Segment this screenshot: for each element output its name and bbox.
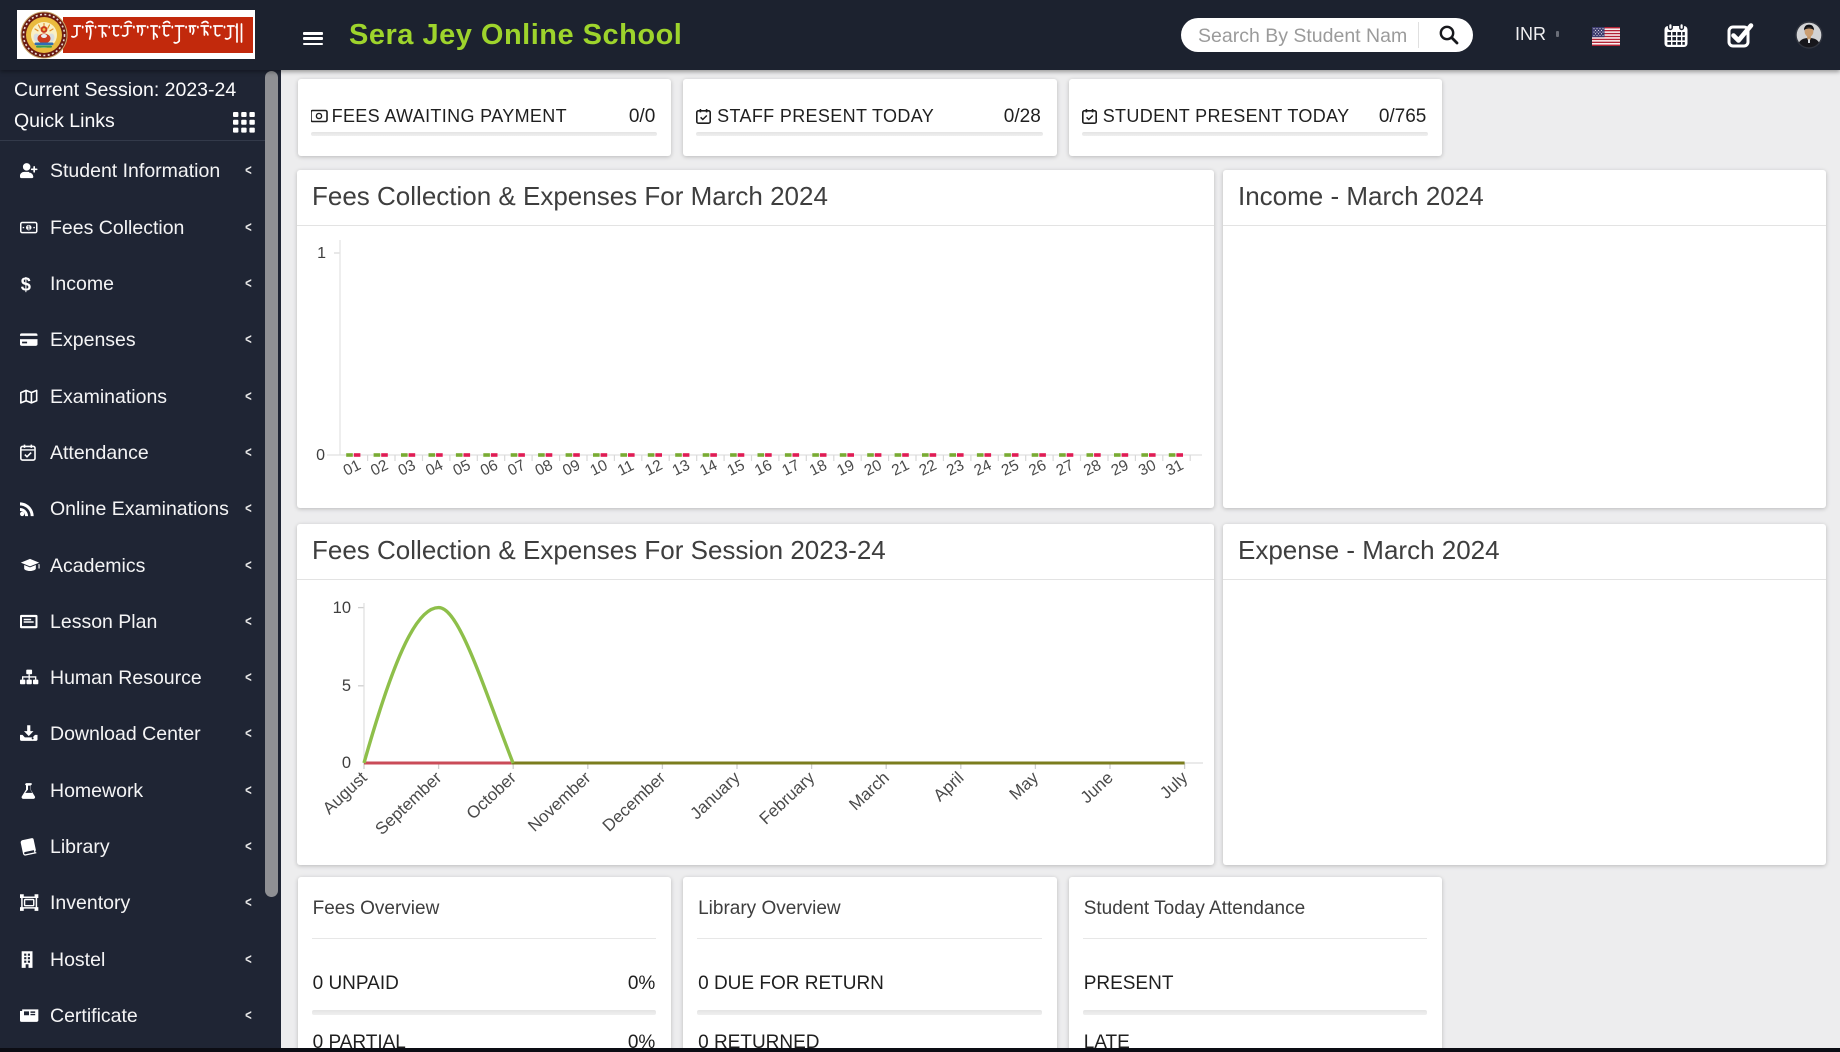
svg-text:23: 23 [944, 457, 967, 480]
svg-text:November: November [524, 768, 595, 836]
svg-text:1: 1 [317, 245, 326, 262]
svg-text:17: 17 [779, 457, 802, 480]
svg-text:14: 14 [697, 457, 720, 480]
svg-text:30: 30 [1136, 457, 1159, 480]
svg-text:19: 19 [834, 457, 857, 480]
svg-text:16: 16 [752, 457, 775, 480]
svg-text:27: 27 [1054, 457, 1077, 480]
svg-text:31: 31 [1163, 457, 1186, 480]
svg-text:September: September [372, 768, 446, 839]
svg-text:09: 09 [560, 457, 583, 480]
svg-text:24: 24 [971, 457, 994, 480]
svg-text:06: 06 [478, 457, 501, 480]
svg-text:June: June [1077, 768, 1117, 807]
svg-text:01: 01 [341, 457, 364, 480]
svg-text:May: May [1006, 768, 1043, 804]
svg-text:04: 04 [423, 457, 446, 480]
svg-text:December: December [599, 768, 670, 836]
svg-text:March: March [845, 768, 893, 814]
svg-text:13: 13 [670, 457, 693, 480]
svg-text:29: 29 [1109, 457, 1132, 480]
svg-text:0: 0 [316, 447, 325, 464]
svg-text:28: 28 [1081, 457, 1104, 480]
svg-text:18: 18 [807, 457, 830, 480]
svg-text:10: 10 [333, 599, 351, 617]
svg-text:03: 03 [396, 457, 419, 480]
svg-text:0: 0 [342, 754, 351, 772]
svg-text:10: 10 [588, 457, 611, 480]
svg-text:$: $ [21, 274, 31, 294]
svg-text:11: 11 [615, 457, 637, 479]
svg-text:October: October [463, 768, 520, 823]
svg-text:07: 07 [505, 457, 528, 480]
svg-text:21: 21 [889, 457, 912, 480]
svg-text:5: 5 [342, 677, 351, 695]
svg-text:20: 20 [862, 457, 885, 480]
svg-text:02: 02 [368, 457, 391, 480]
svg-text:26: 26 [1026, 457, 1049, 480]
svg-text:April: April [930, 768, 968, 805]
svg-text:1: 1 [27, 225, 30, 231]
svg-text:July: July [1156, 768, 1191, 803]
svg-text:August: August [319, 768, 371, 818]
svg-text:08: 08 [533, 457, 556, 480]
svg-text:22: 22 [917, 457, 940, 480]
svg-text:12: 12 [642, 457, 665, 480]
svg-text:January: January [687, 768, 745, 823]
svg-text:February: February [756, 768, 819, 829]
svg-text:25: 25 [999, 457, 1022, 480]
svg-text:05: 05 [450, 457, 473, 480]
svg-text:15: 15 [725, 457, 748, 480]
